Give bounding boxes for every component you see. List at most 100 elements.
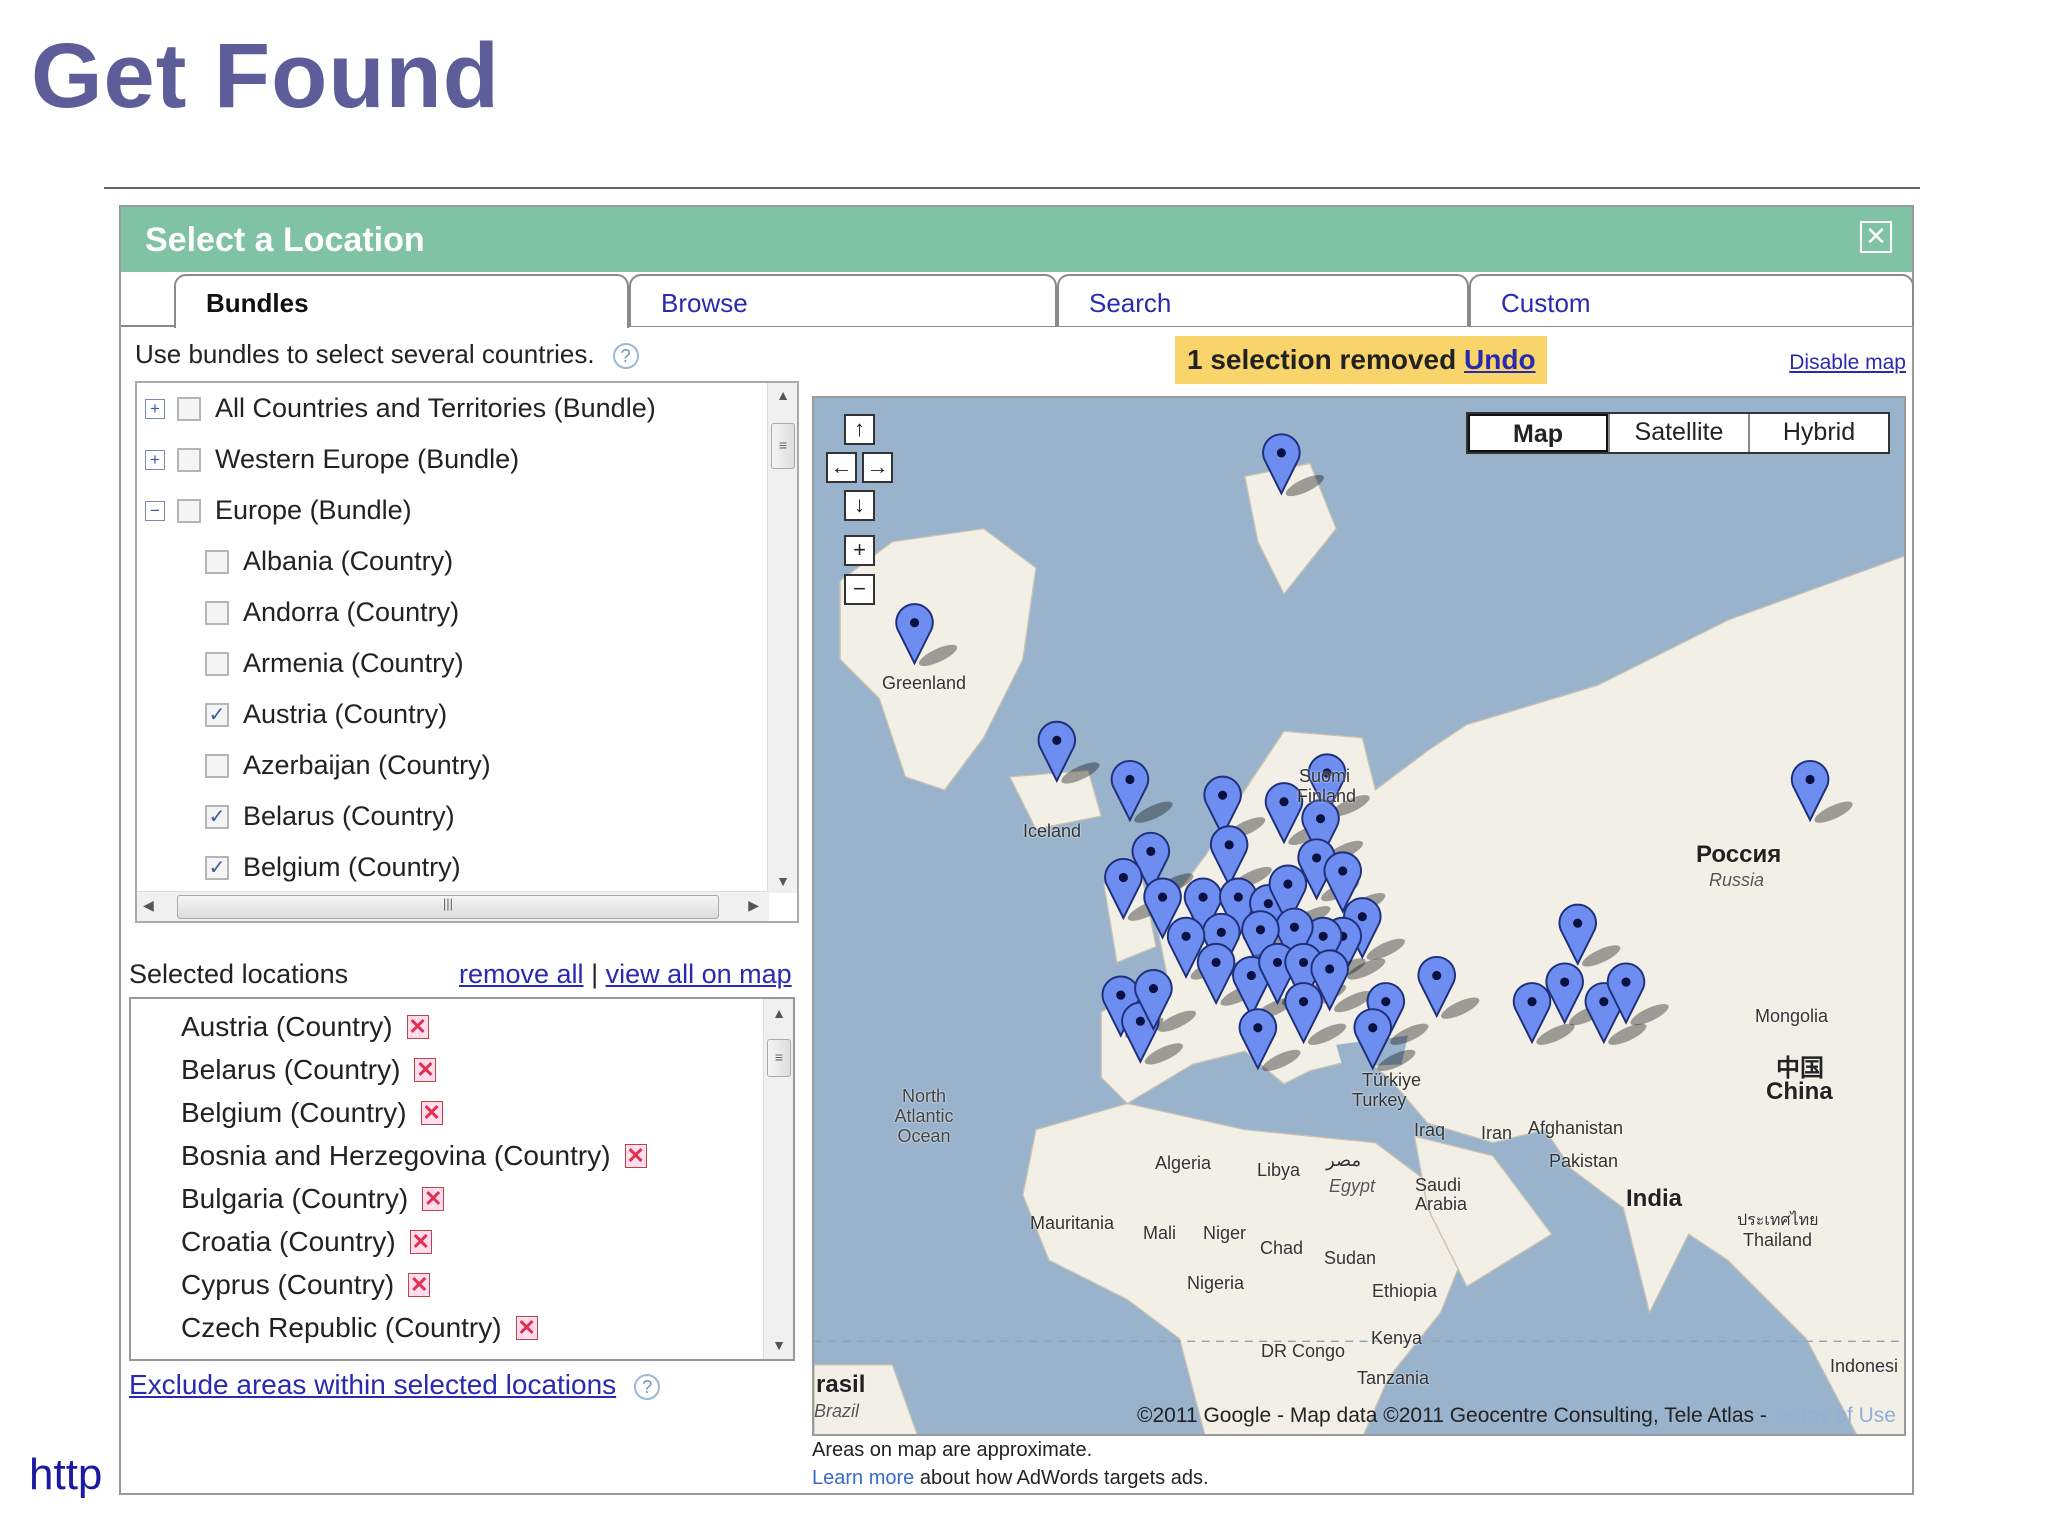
tree-row[interactable]: + Western Europe (Bundle): [145, 434, 519, 485]
checkbox[interactable]: [177, 396, 201, 421]
location-map[interactable]: ↑ ← → ↓ + − Map Satellite Hybrid Greenla…: [812, 396, 1906, 1436]
map-type-hybrid[interactable]: Hybrid: [1748, 414, 1888, 452]
scroll-up-icon[interactable]: ▲: [764, 1005, 793, 1021]
remove-icon[interactable]: ✕: [414, 1057, 437, 1082]
checkbox[interactable]: [205, 651, 229, 676]
tab-search[interactable]: Search: [1057, 274, 1469, 326]
scroll-up-icon[interactable]: ▲: [768, 387, 797, 403]
checkbox[interactable]: ✓: [205, 804, 229, 829]
map-type-satellite[interactable]: Satellite: [1608, 414, 1748, 452]
scroll-thumb[interactable]: ≡: [767, 1039, 791, 1077]
tree-row[interactable]: ✓ Belgium (Country): [205, 842, 461, 893]
copyright-text: ©2011 Google - Map data ©2011 Geocentre …: [1137, 1404, 1767, 1427]
tree-row[interactable]: Albania (Country): [205, 536, 453, 587]
tree-row-label: Albania (Country): [243, 546, 454, 576]
learn-more-text: Learn more about how AdWords targets ads…: [812, 1467, 1209, 1490]
checkbox[interactable]: [205, 753, 229, 778]
map-label: Niger: [1203, 1223, 1247, 1243]
selected-location-label: Belgium (Country): [181, 1096, 407, 1128]
approx-note: Areas on map are approximate.: [812, 1439, 1093, 1461]
map-label: Chad: [1260, 1238, 1304, 1258]
scroll-right-icon[interactable]: ▶: [748, 897, 759, 914]
checkbox[interactable]: ✓: [205, 855, 229, 880]
checkbox[interactable]: [205, 600, 229, 625]
tree-row[interactable]: Andorra (Country): [205, 587, 459, 638]
disable-map-link[interactable]: Disable map: [1789, 351, 1906, 375]
dialog-title: Select a Location: [145, 221, 425, 259]
bundle-tree: + All Countries and Territories (Bundle) +…: [135, 381, 799, 923]
selected-location-item: Belarus (Country) ✕: [181, 1048, 437, 1091]
checkbox[interactable]: [177, 447, 201, 472]
map-label: Thailand: [1743, 1230, 1813, 1250]
checkbox[interactable]: ✓: [205, 702, 229, 727]
intro-label: Use bundles to select several countries.: [135, 339, 595, 369]
checkbox[interactable]: [177, 498, 201, 523]
scroll-down-icon[interactable]: ▼: [768, 873, 797, 889]
remove-icon[interactable]: ✕: [515, 1315, 538, 1340]
remove-all-link[interactable]: remove all: [459, 959, 584, 989]
tree-row-label: Belgium (Country): [243, 852, 461, 882]
map-label: China: [1766, 1078, 1833, 1105]
scroll-down-icon[interactable]: ▼: [764, 1337, 793, 1353]
pan-up-icon[interactable]: ↑: [844, 414, 875, 445]
remove-icon[interactable]: ✕: [406, 1014, 429, 1039]
map-canvas[interactable]: [814, 398, 1906, 1436]
remove-icon[interactable]: ✕: [409, 1229, 432, 1254]
remove-icon[interactable]: ✕: [408, 1272, 431, 1297]
exclude-areas-link[interactable]: Exclude areas within selected locations: [129, 1369, 616, 1400]
dialog-header: Select a Location ✕: [121, 207, 1912, 272]
pan-right-icon[interactable]: →: [862, 452, 893, 483]
selected-scrollbar[interactable]: ▲ ≡ ▼: [763, 999, 793, 1359]
exclude-areas: Exclude areas within selected locations?: [129, 1369, 661, 1401]
scroll-thumb[interactable]: |||: [177, 895, 719, 919]
tree-horizontal-scrollbar[interactable]: ◀ ||| ▶: [137, 891, 769, 921]
page-title: Get Found: [31, 25, 500, 127]
tab-custom[interactable]: Custom: [1469, 274, 1914, 326]
pan-down-icon[interactable]: ↓: [844, 490, 875, 521]
learn-more-rest: about how AdWords targets ads.: [914, 1467, 1209, 1489]
remove-icon[interactable]: ✕: [420, 1100, 443, 1125]
tree-row[interactable]: + All Countries and Territories (Bundle): [145, 383, 656, 434]
undo-banner: 1 selection removed Undo: [1175, 336, 1547, 384]
tree-row[interactable]: Armenia (Country): [205, 638, 464, 689]
selected-locations-list: Austria (Country) ✕ Belarus (Country) ✕ Belg…: [129, 997, 795, 1361]
undo-link[interactable]: Undo: [1464, 344, 1536, 375]
close-icon[interactable]: ✕: [1860, 221, 1892, 253]
map-label: rasil: [816, 1371, 866, 1398]
remove-icon[interactable]: ✕: [433, 1358, 456, 1359]
expand-icon[interactable]: +: [145, 449, 165, 470]
help-icon[interactable]: ?: [612, 343, 639, 370]
scroll-left-icon[interactable]: ◀: [143, 897, 154, 914]
map-label: مصر: [1326, 1150, 1362, 1170]
view-all-on-map-link[interactable]: view all on map: [606, 959, 792, 989]
map-label: Россия: [1696, 841, 1782, 868]
pan-left-icon[interactable]: ←: [826, 452, 857, 483]
tree-row-label: All Countries and Territories (Bundle): [215, 393, 656, 423]
help-icon[interactable]: ?: [634, 1373, 661, 1400]
selected-location-label: Austria (Country): [181, 1010, 393, 1042]
tree-row-label: Western Europe (Bundle): [215, 444, 520, 474]
zoom-out-icon[interactable]: −: [844, 574, 875, 605]
tab-bundles[interactable]: Bundles: [174, 274, 629, 328]
remove-icon[interactable]: ✕: [422, 1186, 445, 1211]
zoom-in-icon[interactable]: +: [844, 535, 875, 566]
tree-vertical-scrollbar[interactable]: ▲ ≡ ▼: [767, 383, 797, 893]
map-type-map[interactable]: Map: [1468, 414, 1608, 452]
learn-more-link[interactable]: Learn more: [812, 1467, 914, 1489]
tree-row[interactable]: − Europe (Bundle): [145, 485, 412, 536]
tab-browse[interactable]: Browse: [629, 274, 1057, 326]
tree-row[interactable]: ✓ Belarus (Country): [205, 791, 455, 842]
checkbox[interactable]: [205, 549, 229, 574]
collapse-icon[interactable]: −: [145, 500, 165, 521]
expand-icon[interactable]: +: [145, 398, 165, 419]
tree-row[interactable]: Azerbaijan (Country): [205, 740, 491, 791]
map-label: Mali: [1143, 1223, 1177, 1243]
tree-row[interactable]: ✓ Austria (Country): [205, 689, 447, 740]
selected-location-label: Bosnia and Herzegovina (Country): [181, 1139, 611, 1171]
map-pin[interactable]: [1110, 759, 1175, 827]
map-label: Indonesi: [1830, 1356, 1899, 1376]
map-label: Türkiye: [1362, 1070, 1422, 1090]
remove-icon[interactable]: ✕: [624, 1143, 647, 1168]
terms-of-use-link[interactable]: Terms of Use: [1772, 1404, 1896, 1427]
scroll-thumb[interactable]: ≡: [771, 423, 795, 469]
